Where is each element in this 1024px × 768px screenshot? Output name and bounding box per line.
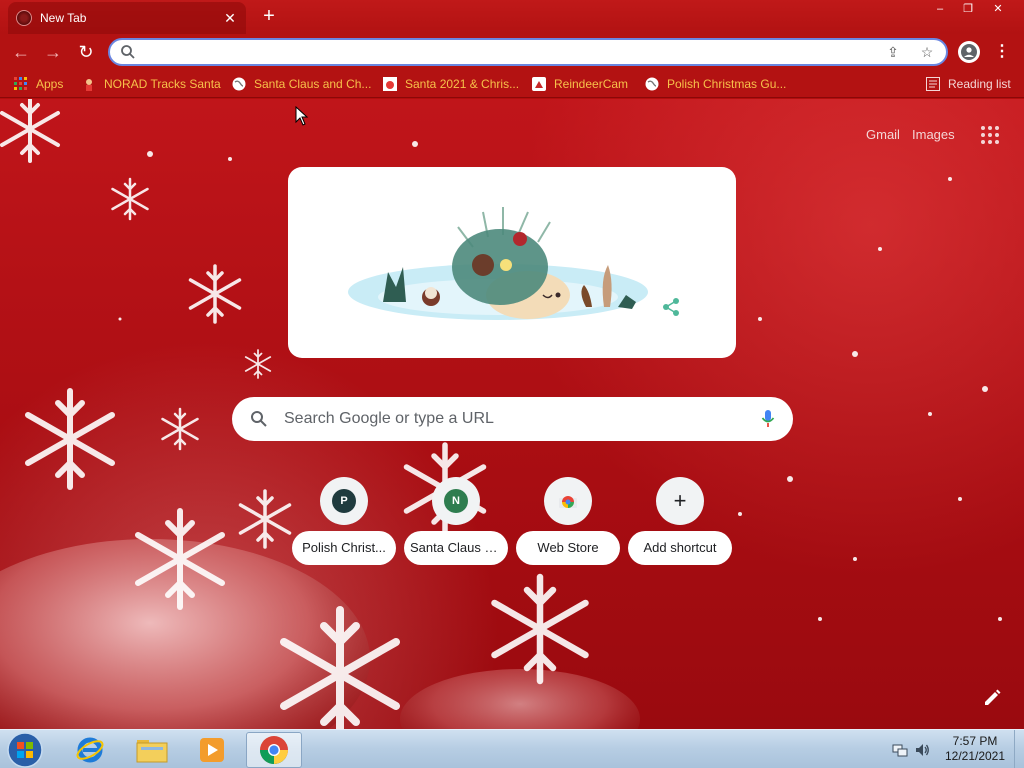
google-search-box[interactable]: Search Google or type a URL <box>232 397 793 441</box>
add-plus-icon: + <box>673 488 687 513</box>
bookmark-polish-christmas[interactable]: Polish Christmas Gu... <box>645 76 786 92</box>
shortcut-santa-claus[interactable]: N Santa Claus a... <box>404 477 508 565</box>
maximize-button[interactable]: ❐ <box>954 0 982 18</box>
shortcut-letter-icon: N <box>444 489 468 513</box>
globe-icon <box>645 77 659 91</box>
chrome-icon <box>259 736 288 765</box>
clock-time: 7:57 PM <box>952 734 998 748</box>
search-placeholder: Search Google or type a URL <box>284 410 494 427</box>
shortcut-letter-icon: P <box>332 489 356 513</box>
volume-icon[interactable] <box>914 742 930 758</box>
reload-button[interactable]: ↻ <box>75 41 97 63</box>
folder-icon <box>136 740 168 763</box>
bookmark-santa-2021[interactable]: Santa 2021 & Chris... <box>383 76 519 92</box>
new-tab-favicon-icon <box>16 10 32 26</box>
windows-taskbar: 7:57 PM 12/21/2021 <box>0 729 1024 768</box>
tab-strip: New Tab ✕ + – ❐ ✕ <box>0 0 1024 34</box>
reading-list-icon <box>926 77 940 91</box>
chrome-web-store-icon <box>559 496 577 508</box>
bookmark-label: NORAD Tracks Santa <box>104 77 221 91</box>
shortcut-icon: N <box>432 477 480 525</box>
tab-close-icon[interactable]: ✕ <box>222 10 238 27</box>
apps-grid-icon <box>14 77 27 90</box>
shortcut-label: Polish Christ... <box>292 531 396 565</box>
forward-button[interactable]: → <box>42 41 64 63</box>
shortcut-label: Web Store <box>516 531 620 565</box>
clock-date: 12/21/2021 <box>944 749 1006 763</box>
santa-icon <box>86 79 92 91</box>
reading-list-button[interactable]: Reading list <box>926 76 1011 92</box>
close-window-button[interactable]: ✕ <box>984 0 1012 18</box>
shortcut-label: Santa Claus a... <box>404 531 508 565</box>
shortcut-label: Add shortcut <box>628 531 732 565</box>
system-clock[interactable]: 7:57 PM 12/21/2021 <box>940 734 1010 764</box>
google-doodle[interactable] <box>288 167 736 358</box>
media-player-icon <box>200 738 224 762</box>
search-icon <box>121 45 135 59</box>
network-icon[interactable] <box>892 742 908 758</box>
taskbar-chrome[interactable] <box>246 732 302 768</box>
bookmark-norad[interactable]: NORAD Tracks Santa <box>82 76 221 92</box>
bookmark-label: ReindeerCam <box>554 77 629 91</box>
start-button[interactable] <box>6 731 44 768</box>
share-icon[interactable]: ⇪ <box>884 43 902 61</box>
bookmark-apps[interactable]: Apps <box>14 76 63 92</box>
reindeer-icon <box>532 77 546 91</box>
shortcut-polish-christmas[interactable]: P Polish Christ... <box>292 477 396 565</box>
bookmark-label: Santa Claus and Ch... <box>254 77 372 91</box>
back-button[interactable]: ← <box>10 41 32 63</box>
globe-icon <box>232 77 246 91</box>
bookmark-star-icon[interactable]: ☆ <box>918 43 936 61</box>
new-tab-button[interactable]: + <box>258 6 280 28</box>
santa-page-icon <box>383 77 397 91</box>
shortcut-add[interactable]: + Add shortcut <box>628 477 732 565</box>
profile-button[interactable] <box>958 41 980 63</box>
hedgehog-doodle-image <box>348 207 679 320</box>
shortcut-web-store[interactable]: Web Store <box>516 477 620 565</box>
images-link[interactable]: Images <box>912 127 955 142</box>
bookmarks-bar: Apps NORAD Tracks Santa Santa Claus and … <box>0 70 1024 98</box>
shortcut-icon: + <box>656 477 704 525</box>
search-icon <box>251 411 267 427</box>
bookmark-label: Reading list <box>948 77 1011 91</box>
tab-title: New Tab <box>40 11 87 25</box>
gmail-link[interactable]: Gmail <box>866 127 900 142</box>
shortcut-icon: P <box>320 477 368 525</box>
profile-avatar-icon <box>961 44 977 60</box>
mouse-cursor-icon <box>295 106 309 126</box>
address-bar[interactable]: ⇪ ☆ <box>108 38 948 66</box>
taskbar-internet-explorer[interactable] <box>62 732 118 768</box>
bookmark-santa-claus[interactable]: Santa Claus and Ch... <box>232 76 371 92</box>
internet-explorer-icon <box>76 737 104 763</box>
taskbar-media-player[interactable] <box>184 732 240 768</box>
bookmark-reindeercam[interactable]: ReindeerCam <box>532 76 628 92</box>
tab-new-tab[interactable]: New Tab ✕ <box>8 2 246 34</box>
google-apps-icon[interactable] <box>980 125 1000 145</box>
bookmark-label: Apps <box>36 77 64 91</box>
chrome-menu-button[interactable]: ⋮ <box>994 41 1010 63</box>
bookmark-label: Santa 2021 & Chris... <box>405 77 520 91</box>
bookmark-label: Polish Christmas Gu... <box>667 77 787 91</box>
microphone-icon[interactable] <box>761 409 775 429</box>
taskbar-file-explorer[interactable] <box>124 732 180 768</box>
show-desktop-button[interactable] <box>1014 730 1024 768</box>
minimize-button[interactable]: – <box>926 0 954 18</box>
browser-toolbar: ← → ↻ ⇪ ☆ ⋮ <box>0 34 1024 70</box>
address-input[interactable] <box>142 42 868 62</box>
shortcut-icon <box>544 477 592 525</box>
new-tab-page: Gmail Images Search Google or type a URL… <box>0 99 1024 729</box>
customize-pencil-icon[interactable] <box>982 687 1002 707</box>
